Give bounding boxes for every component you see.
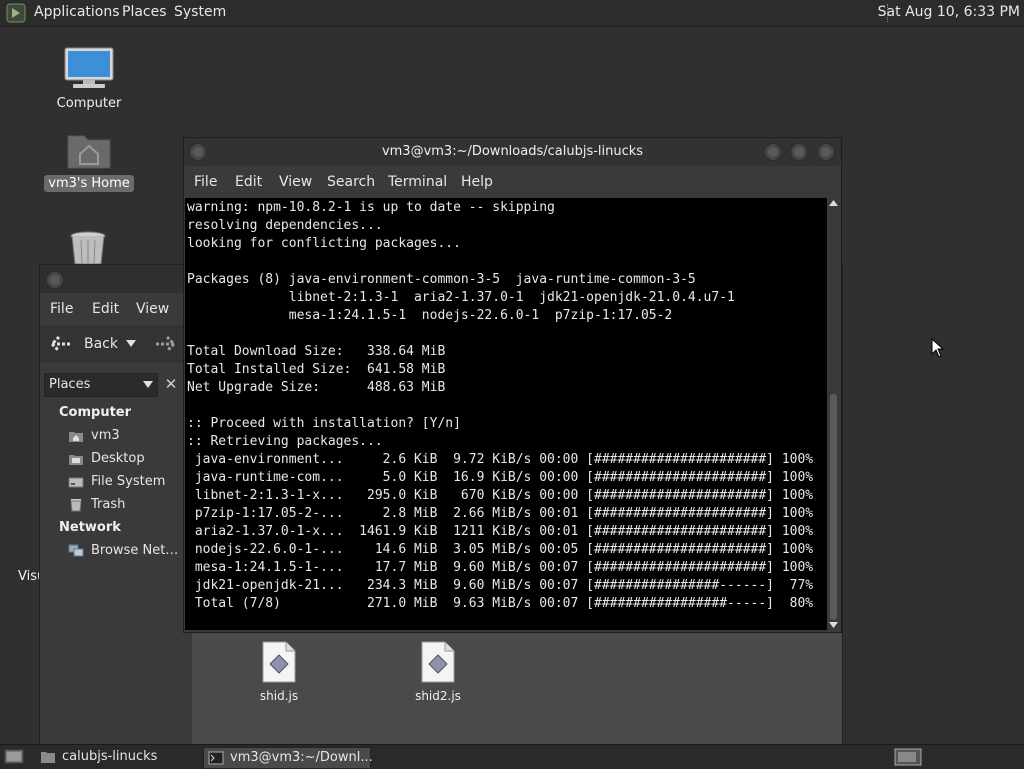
fm-menu-view[interactable]: View xyxy=(136,301,169,317)
terminal-titlebar[interactable]: vm3@vm3:~/Downloads/calubjs-linucks xyxy=(184,138,841,166)
javascript-file-icon xyxy=(262,641,296,683)
file-item[interactable]: shid.js xyxy=(244,641,314,711)
file-item[interactable]: shid2.js xyxy=(403,641,473,711)
applications-menu[interactable]: Applications xyxy=(34,4,120,20)
sidebar-item-trash[interactable]: Trash xyxy=(68,497,188,515)
term-menu-help[interactable]: Help xyxy=(461,174,493,190)
sidebar-item-label: File System xyxy=(91,474,166,489)
back-arrow-icon xyxy=(50,335,70,353)
terminal-output[interactable]: warning: npm-10.8.2-1 is up to date -- s… xyxy=(185,198,827,630)
show-desktop-icon[interactable] xyxy=(4,748,24,765)
sidebar-heading-network: Network xyxy=(59,520,121,535)
terminal-title: vm3@vm3:~/Downloads/calubjs-linucks xyxy=(381,144,644,159)
sidebar-heading-computer: Computer xyxy=(59,405,132,420)
sidebar-item-label: Desktop xyxy=(91,451,145,466)
forward-arrow-icon[interactable] xyxy=(154,335,176,353)
workspace-switcher-icon[interactable] xyxy=(894,748,922,766)
term-menu-file[interactable]: File xyxy=(194,174,217,190)
task-file-manager[interactable]: calubjs-linucks xyxy=(36,747,196,767)
desktop-label-home: vm3's Home xyxy=(44,175,134,192)
trash-icon xyxy=(70,499,82,512)
sidebar-item-file-system[interactable]: File System xyxy=(68,474,188,492)
sidebar-item-label: vm3 xyxy=(91,428,120,443)
term-menu-terminal[interactable]: Terminal xyxy=(388,174,447,190)
folder-icon xyxy=(41,752,55,763)
file-manager-sidebar: Places ✕ Computer vm3 Desktop File Syste… xyxy=(40,369,190,745)
top-panel: Applications Places System Sat Aug 10, 6… xyxy=(0,0,1024,27)
terminal-window: vm3@vm3:~/Downloads/calubjs-linucks File… xyxy=(183,137,842,633)
sidebar-item-browse-network[interactable]: Browse Net… xyxy=(68,543,190,561)
places-dropdown-label: Places xyxy=(49,377,91,392)
network-icon xyxy=(68,544,84,557)
minimize-icon[interactable] xyxy=(764,143,782,161)
maximize-icon[interactable] xyxy=(790,143,808,161)
places-dropdown[interactable]: Places xyxy=(44,373,158,397)
scroll-down-icon[interactable] xyxy=(829,622,838,628)
chevron-down-icon[interactable] xyxy=(126,340,136,348)
task-label: vm3@vm3:~/Downl... xyxy=(230,750,373,765)
scroll-up-icon[interactable] xyxy=(829,200,838,206)
task-terminal[interactable]: vm3@vm3:~/Downl... xyxy=(203,747,373,769)
close-sidebar-icon[interactable]: ✕ xyxy=(162,375,180,393)
terminal-menubar: File Edit View Search Terminal Help xyxy=(184,168,841,196)
distro-logo-icon[interactable] xyxy=(6,3,26,23)
terminal-text: warning: npm-10.8.2-1 is up to date -- s… xyxy=(187,200,814,611)
file-manager-toolbar: Back xyxy=(40,325,190,363)
system-menu[interactable]: System xyxy=(174,4,226,20)
trash-icon[interactable] xyxy=(68,230,108,264)
close-icon[interactable] xyxy=(817,143,835,161)
chevron-down-icon xyxy=(143,381,153,388)
file-manager-content: shid.js shid2.js xyxy=(192,625,842,745)
sidebar-item-label: Trash xyxy=(91,497,126,512)
sidebar-item-vm3[interactable]: vm3 xyxy=(68,428,188,446)
desktop-folder-icon xyxy=(69,455,83,465)
drive-icon xyxy=(68,477,84,488)
clock[interactable]: Sat Aug 10, 6:33 PM xyxy=(878,4,1020,20)
javascript-file-icon xyxy=(421,641,455,683)
mouse-cursor-icon xyxy=(931,338,945,358)
back-label: Back xyxy=(84,336,118,352)
home-icon xyxy=(69,432,83,442)
term-menu-search[interactable]: Search xyxy=(327,174,375,190)
bottom-panel: calubjs-linucks vm3@vm3:~/Downl... xyxy=(0,744,1024,769)
terminal-scrollbar[interactable] xyxy=(827,198,840,630)
desktop-label-computer: Computer xyxy=(56,96,122,111)
back-button[interactable]: Back xyxy=(48,333,146,355)
places-menu[interactable]: Places xyxy=(122,4,167,20)
desktop-icon-computer[interactable]: Computer xyxy=(48,44,130,116)
task-label: calubjs-linucks xyxy=(62,749,158,764)
term-menu-edit[interactable]: Edit xyxy=(235,174,262,190)
term-menu-view[interactable]: View xyxy=(279,174,312,190)
window-menu-icon[interactable] xyxy=(46,271,64,289)
sidebar-item-desktop[interactable]: Desktop xyxy=(68,451,188,469)
file-label: shid.js xyxy=(259,689,299,703)
home-folder-icon xyxy=(67,135,111,169)
computer-icon xyxy=(64,47,114,88)
file-label: shid2.js xyxy=(415,689,461,703)
fm-menu-file[interactable]: File xyxy=(50,301,73,317)
desktop-icon-home[interactable]: vm3's Home xyxy=(44,128,134,196)
sidebar-item-label: Browse Net… xyxy=(91,543,179,558)
terminal-icon xyxy=(208,751,224,765)
fm-menu-edit[interactable]: Edit xyxy=(92,301,119,317)
scrollbar-thumb[interactable] xyxy=(830,394,837,620)
